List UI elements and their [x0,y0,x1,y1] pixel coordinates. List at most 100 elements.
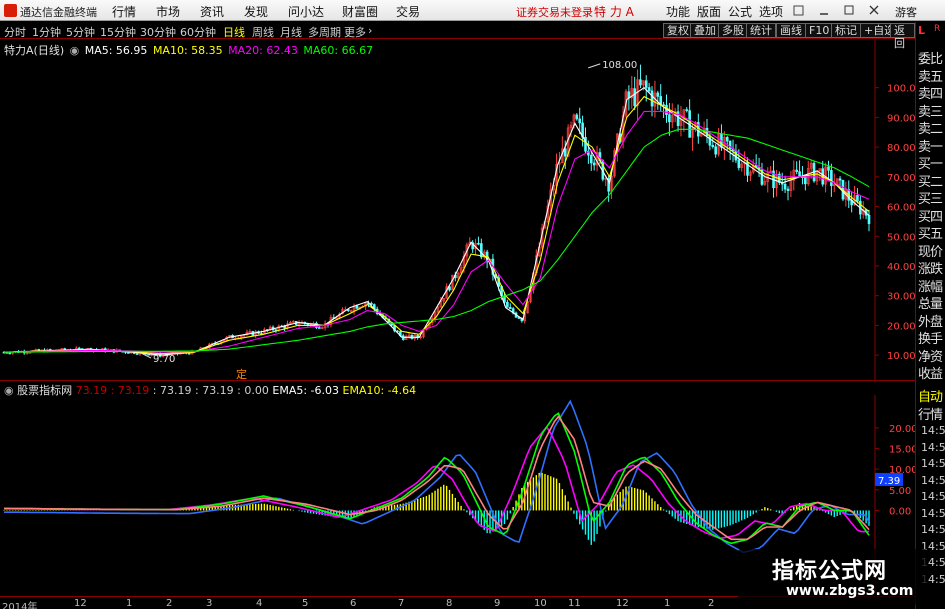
quote-item-label: 买一 [918,157,943,172]
candle-body [592,162,596,166]
candle-body [867,214,871,224]
quote-item-label: 买五 [918,227,943,242]
menu-shichang[interactable]: 市场 [156,3,180,20]
price-tick-label: 70.00 [887,173,915,184]
candle-body [804,176,807,185]
candle-body [647,87,651,92]
candle-body [685,109,689,111]
period-5min[interactable]: 5分钟 [66,24,95,40]
period-fenshi[interactable]: 分时 [4,24,26,40]
period-15min[interactable]: 15分钟 [100,24,136,40]
ma20-label: MA20: 62.43 [228,44,298,57]
mark-button[interactable]: 标记 [831,23,861,38]
quote-item-label: 外盘 [918,314,943,330]
ma5-label: MA5: 56.95 [84,44,148,57]
quote-item-label: 涨幅 [918,279,943,295]
price-tick-label: 100.00 [887,84,915,95]
tick-time: 14:50 [921,473,945,487]
xtick-label: 1 [664,598,671,609]
overlay-button[interactable]: 叠加 [690,23,720,38]
period-monthly[interactable]: 月线 [280,24,302,40]
quote-mode-label[interactable]: 自动 [918,386,943,405]
candle-body [708,135,712,146]
ma10-label: MA10: 58.35 [152,44,223,57]
candle-body [795,169,798,172]
menu-faxian[interactable]: 发现 [244,3,268,20]
tick-time: 14:50 [921,424,945,437]
quote-panel: L R 委比 卖五 卖四 卖三 卖二 卖一 买一 买二 买三 买四 买五 现价 涨跌 涨幅 总量 外盘 换手 净资… [915,22,945,609]
period-multi[interactable]: 多周期 [308,24,341,40]
candle-body [827,166,830,171]
candle-body [506,301,509,308]
indicator-tick-label: 15.00 [889,445,915,456]
candle-body [627,91,631,99]
ma60-label: MA60: 66.67 [303,44,374,57]
xtick-label: 4 [256,598,263,609]
fuquan-button[interactable]: 复权 [663,23,693,38]
main-price-chart[interactable]: 100.00 90.00 80.00 70.00 60.00 50.00 40.00 30.0… [0,40,915,380]
chevron-right-icon[interactable]: › [368,24,372,37]
quote-item-label: 总量 [918,297,943,312]
period-weekly[interactable]: 周线 [252,24,274,40]
candle-body [650,90,654,107]
guest-label[interactable]: 游客 [895,4,917,20]
expand-icon[interactable]: ◉ [70,44,80,57]
menu-zixun[interactable]: 资讯 [200,3,224,20]
xtick-label: 8 [446,598,453,609]
multi-stock-button[interactable]: 多股 [718,23,748,38]
price-tick-label: 50.00 [887,232,915,243]
watermark-title: 指标公式网 [772,559,888,584]
quote-item-label: 卖二 [918,122,943,137]
indicator-tick-label: 20.00 [889,424,915,435]
quote-item-label: 买四 [918,209,943,225]
candle-body [508,307,512,309]
draw-line-button[interactable]: 画线 [776,23,806,38]
login-status[interactable]: 证券交易未登录 [516,4,593,20]
quote-item-label: 收益 [918,367,943,382]
period-more[interactable]: 更多 [344,24,366,40]
candle-body [135,353,139,355]
options-button[interactable]: 选项 [759,3,783,20]
f10-button[interactable]: F10 [805,23,834,38]
menu-wenxiaoda[interactable]: 问小达 [288,3,324,20]
quote-item-label: 现价 [918,244,943,260]
price-tick-label: 20.00 [887,321,915,332]
period-1min[interactable]: 1分钟 [32,24,61,40]
layout-button[interactable]: 版面 [697,3,721,20]
formula-button[interactable]: 公式 [728,3,752,20]
panel-tab-l[interactable]: L [918,24,925,37]
quote-mode-label[interactable]: 行情 [918,404,943,423]
close-icon [869,5,879,15]
xtick-label: 7 [398,598,405,609]
xtick-label: 5 [302,598,309,609]
quote-item-label: 卖四 [918,87,943,102]
candle-body [578,118,582,124]
menu-bar: 通达信金融终端 行情 市场 资讯 发现 问小达 财富圈 交易 证券交易未登录 特… [0,0,945,21]
candle-body [714,146,717,155]
candle-body [563,148,567,157]
function-button[interactable]: 功能 [666,3,690,20]
candle-body [633,88,636,107]
panel-tab-r[interactable]: R [934,24,940,34]
menu-caifuquan[interactable]: 财富圈 [342,3,378,20]
indicator-tick-label: 0.00 [889,506,911,517]
statistics-button[interactable]: 统计 [746,23,776,38]
tick-time: 14:50 [921,440,945,454]
quote-item-label: 换手 [918,332,943,347]
xtick-label: 12 [616,598,629,609]
candle-body [318,327,321,329]
candle-body [575,114,579,120]
maximize-icon [844,5,854,15]
price-tick-label: 10.00 [887,351,915,362]
period-30min[interactable]: 30分钟 [140,24,176,40]
menu-jiaoyi[interactable]: 交易 [396,3,420,20]
candle-body [589,154,593,164]
back-button[interactable]: 返回 [890,23,915,50]
candle-body [355,305,359,309]
menu-hangqing[interactable]: 行情 [112,3,136,20]
xtick-label: 2 [708,598,715,609]
period-daily[interactable]: 日线 [223,24,245,40]
price-tick-label: 90.00 [887,113,915,124]
candle-body [662,104,665,106]
period-60min[interactable]: 60分钟 [180,24,216,40]
